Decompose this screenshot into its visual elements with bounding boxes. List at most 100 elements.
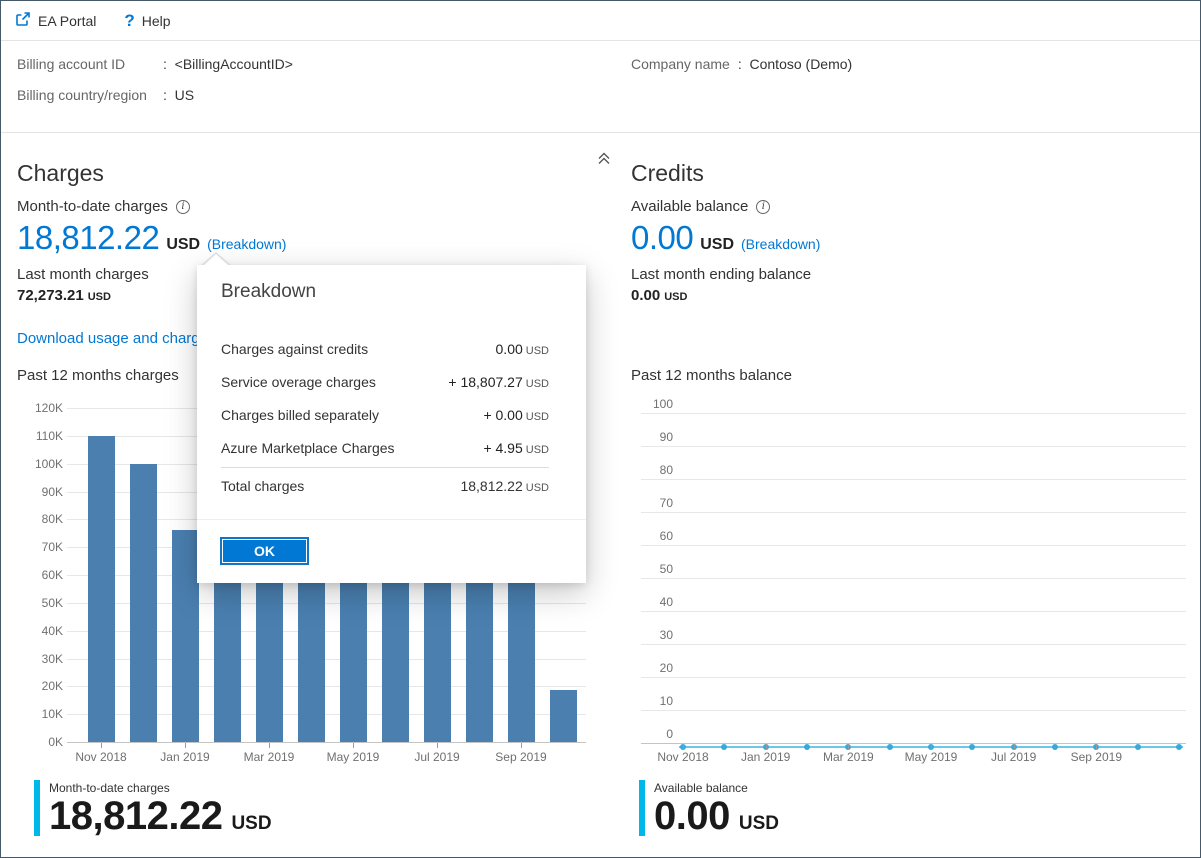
y-tick-label: 70K [17,539,67,555]
y-tick-label: 70 [631,495,677,511]
billing-country-value: US [175,87,194,103]
x-tick-label: Jan 2019 [726,750,806,764]
x-tick [185,743,186,748]
ea-portal-label: EA Portal [38,13,96,29]
breakdown-row-currency: USD [526,345,549,357]
collapse-chevron-icon[interactable] [595,150,613,168]
gridline [641,512,1186,513]
credits-breakdown-link[interactable]: (Breakdown) [741,236,820,252]
y-tick-label: 40K [17,623,67,639]
gridline [25,742,586,743]
download-usage-link[interactable]: Download usage and charges [17,330,215,347]
dialog-footer-divider [197,519,586,520]
credits-heading: Credits [631,160,704,187]
breakdown-dialog: Breakdown Charges against credits 0.00USD… [197,265,586,583]
summary-mtd-currency: USD [231,813,271,835]
mtd-summary-card: Month-to-date charges 18,812.22 USD [34,780,272,837]
billing-country-label: Billing country/region [17,87,163,103]
breakdown-row: Charges against credits 0.00USD [221,341,549,374]
breakdown-row-value: + 0.00USD [483,407,549,423]
breakdown-row-currency: USD [526,378,549,390]
gridline [641,611,1186,612]
y-tick-label: 90 [631,429,677,445]
y-tick-label: 100 [631,396,677,412]
y-tick-label: 20K [17,678,67,694]
y-tick-label: 100K [17,456,67,472]
x-tick-label: Nov 2018 [643,750,723,764]
y-tick-label: 60 [631,528,677,544]
breakdown-row-label: Charges billed separately [221,407,379,423]
mtd-charges-label: Month-to-date charges [17,198,168,215]
gridline [641,677,1186,678]
breakdown-row-value: + 18,807.27USD [448,374,549,390]
available-balance-currency: USD [700,236,734,254]
summary-mtd-label: Month-to-date charges [49,781,272,795]
chart-bar [172,530,199,742]
last-month-balance-currency: USD [664,291,687,303]
breakdown-row-currency: USD [526,411,549,423]
breakdown-row-label: Service overage charges [221,374,376,390]
billing-account-id-row: Billing account ID: <BillingAccountID> [17,56,293,72]
y-tick-label: 120K [17,400,67,416]
last-month-charges-value-row: 72,273.21USD [17,287,111,304]
company-name-value: Contoso (Demo) [750,56,853,72]
y-tick-label: 30K [17,651,67,667]
breakdown-row: Service overage charges + 18,807.27USD [221,374,549,407]
x-tick [101,743,102,748]
x-tick-label: Sep 2019 [481,750,561,764]
x-tick [848,744,849,749]
breakdown-row-value: + 4.95USD [483,440,549,456]
charges-heading: Charges [17,160,104,187]
mtd-info-icon[interactable]: i [176,200,190,214]
breakdown-total-row: Total charges 18,812.22USD [221,478,549,494]
breakdown-row: Charges billed separately + 0.00USD [221,407,549,440]
ea-portal-link[interactable]: EA Portal [15,11,96,30]
charges-chart-title: Past 12 months charges [17,367,179,384]
last-month-balance-value-row: 0.00 USD [631,287,687,304]
x-tick [353,743,354,748]
balance-summary-card: Available balance 0.00 USD [639,780,779,837]
last-month-balance-label: Last month ending balance [631,266,811,283]
company-name-row: Company name: Contoso (Demo) [631,56,852,72]
available-balance-value: 0.00 [631,219,693,257]
x-tick [269,743,270,748]
gridline [641,578,1186,579]
summary-accent-bar [34,780,40,836]
summary-balance-currency: USD [739,813,779,835]
ok-button[interactable]: OK [220,537,309,565]
x-tick-label: Mar 2019 [229,750,309,764]
breakdown-rows: Charges against credits 0.00USD Service ov… [221,341,549,473]
summary-accent-bar [639,780,645,836]
y-tick-label: 0K [17,734,67,750]
last-month-balance-value: 0.00 [631,287,660,304]
y-tick-label: 30 [631,627,677,643]
x-tick-label: Jul 2019 [974,750,1054,764]
last-month-charges-value: 72,273.21 [17,287,84,304]
breakdown-total-label: Total charges [221,478,304,494]
y-tick-label: 0 [631,726,677,742]
x-tick [521,743,522,748]
breakdown-row-value: 0.00USD [496,341,549,357]
help-label: Help [142,13,171,29]
balance-line-chart: 0102030405060708090100Nov 2018Jan 2019Ma… [631,399,1191,779]
breakdown-divider [221,467,549,468]
summary-mtd-value: 18,812.22 [49,795,222,837]
breakdown-row-label: Charges against credits [221,341,368,357]
available-balance-label: Available balance [631,198,748,215]
billing-account-id-label: Billing account ID [17,56,163,72]
x-tick-label: May 2019 [313,750,393,764]
balance-info-icon[interactable]: i [756,200,770,214]
y-tick-label: 80 [631,462,677,478]
y-tick-label: 110K [17,428,67,444]
breakdown-row: Azure Marketplace Charges+ 4.95USD [221,440,549,473]
data-point-marker [1176,744,1182,750]
y-tick-label: 10K [17,706,67,722]
external-link-icon [15,11,31,30]
help-link[interactable]: ? Help [124,12,170,29]
company-name-label: Company name [631,56,730,72]
x-tick-label: Nov 2018 [61,750,141,764]
billing-country-row: Billing country/region: US [17,87,194,103]
charges-breakdown-link[interactable]: (Breakdown) [207,236,286,252]
breakdown-dialog-title: Breakdown [221,281,316,303]
x-tick-label: Mar 2019 [808,750,888,764]
